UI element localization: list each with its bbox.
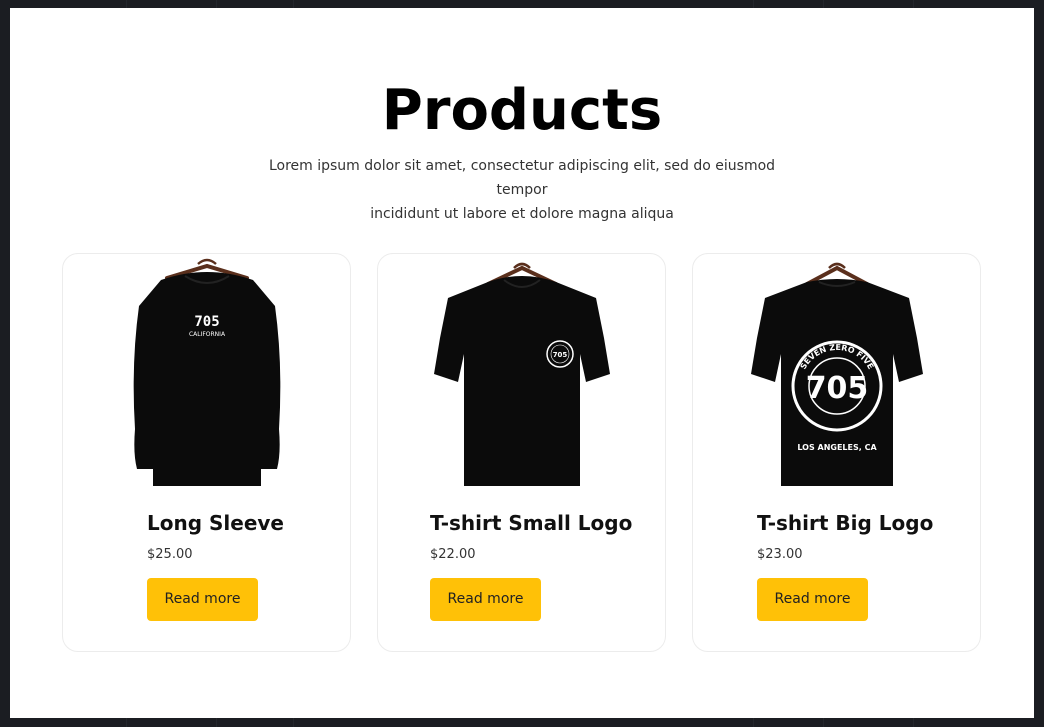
product-card-tshirt-big-logo[interactable]: SEVEN ZERO FIVE 705 LOS ANGELES, CA T-sh… [692, 253, 981, 652]
product-name: T-shirt Small Logo [430, 511, 633, 535]
read-more-button[interactable]: Read more [757, 578, 868, 621]
small-logo-tshirt-image: 705 [418, 254, 626, 486]
product-price: $23.00 [757, 547, 803, 562]
products-page: Products Lorem ipsum dolor sit amet, con… [10, 8, 1034, 718]
product-name: T-shirt Big Logo [757, 511, 934, 535]
product-price: $22.00 [430, 547, 476, 562]
read-more-button[interactable]: Read more [147, 578, 258, 621]
shirt-print-705: 705 [194, 314, 219, 330]
shirt-print-california: CALIFORNIA [189, 331, 226, 338]
product-price: $25.00 [147, 547, 193, 562]
shirt-print-705: 705 [553, 351, 568, 359]
product-card-tshirt-small-logo[interactable]: 705 T-shirt Small Logo $22.00 Read more [377, 253, 666, 652]
big-logo-tshirt-image: SEVEN ZERO FIVE 705 LOS ANGELES, CA [733, 254, 941, 486]
product-card-long-sleeve[interactable]: 705 CALIFORNIA Long Sleeve $25.00 Read m… [62, 253, 351, 652]
long-sleeve-shirt-image: 705 CALIFORNIA [103, 254, 311, 486]
shirt-print-los-angeles: LOS ANGELES, CA [797, 443, 877, 452]
product-name: Long Sleeve [147, 511, 284, 535]
read-more-button[interactable]: Read more [430, 578, 541, 621]
subtitle-line-1: Lorem ipsum dolor sit amet, consectetur … [268, 158, 776, 198]
subtitle-line-2: incididunt ut labore et dolore magna ali… [370, 206, 674, 222]
page-title: Products [381, 78, 663, 143]
page-subtitle: Lorem ipsum dolor sit amet, consectetur … [247, 154, 797, 226]
shirt-print-705: 705 [806, 371, 869, 406]
